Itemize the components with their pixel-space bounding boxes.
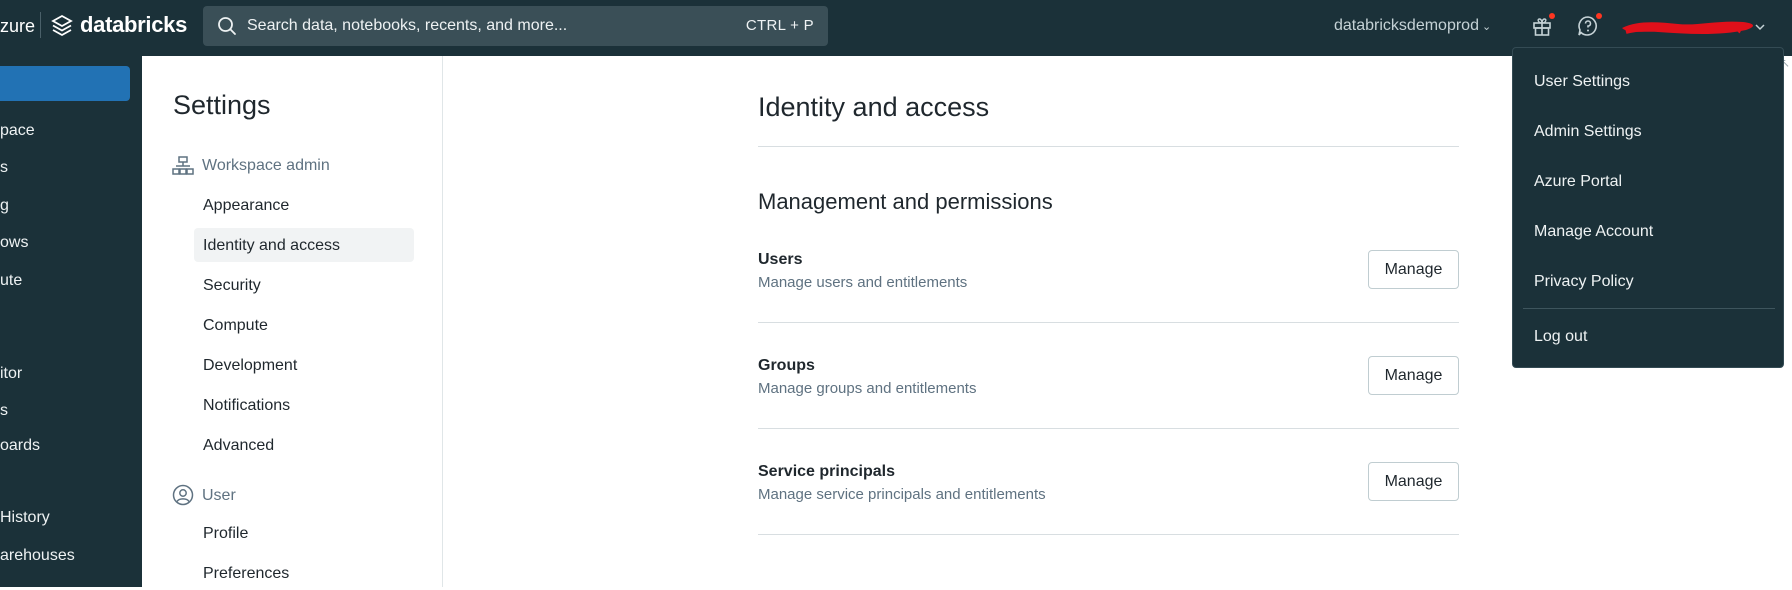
- service-principals-row-desc: Manage service principals and entitlemen…: [758, 486, 1046, 503]
- user-menu-redacted[interactable]: [1618, 12, 1766, 42]
- nav-item-workspace[interactable]: pace: [0, 122, 35, 140]
- service-principals-row-title: Service principals: [758, 463, 895, 480]
- divider: [758, 534, 1459, 535]
- user-icon: [172, 484, 194, 506]
- settings-title: Settings: [173, 90, 271, 120]
- menu-item-user-settings[interactable]: User Settings: [1534, 73, 1630, 91]
- nav-item-sql-warehouses[interactable]: arehouses: [0, 547, 75, 565]
- users-row-desc: Manage users and entitlements: [758, 274, 968, 291]
- page-title: Identity and access: [758, 92, 990, 122]
- nav-item-query-history[interactable]: History: [0, 509, 50, 527]
- groups-row-desc: Manage groups and entitlements: [758, 380, 977, 397]
- menu-item-log-out[interactable]: Log out: [1534, 328, 1587, 346]
- settings-item-development[interactable]: Development: [194, 348, 414, 382]
- brand-name[interactable]: databricks: [80, 12, 187, 38]
- nav-item-compute[interactable]: ute: [0, 272, 22, 290]
- search-bar[interactable]: Search data, notebooks, recents, and mor…: [203, 6, 828, 46]
- nav-item-workflows[interactable]: ows: [0, 234, 28, 252]
- workspace-admin-icon: [172, 156, 194, 175]
- users-row-title: Users: [758, 251, 803, 268]
- menu-item-azure-portal[interactable]: Azure Portal: [1534, 173, 1622, 191]
- databricks-logo-icon[interactable]: [51, 14, 73, 38]
- nav-item-queries[interactable]: s: [0, 402, 8, 420]
- menu-separator: [1523, 308, 1775, 309]
- menu-item-privacy-policy[interactable]: Privacy Policy: [1534, 273, 1634, 291]
- search-icon: [218, 17, 236, 35]
- nav-item-sql-editor[interactable]: itor: [0, 365, 22, 383]
- divider: [758, 322, 1459, 323]
- search-shortcut: CTRL + P: [745, 17, 814, 34]
- divider: [758, 428, 1459, 429]
- manage-groups-button[interactable]: Manage: [1368, 356, 1459, 395]
- help-notification-dot: [1596, 13, 1602, 19]
- settings-item-compute[interactable]: Compute: [194, 308, 414, 342]
- gift-notification-dot: [1549, 13, 1555, 19]
- left-navigation: pace s g ows ute itor s oards History ar…: [0, 56, 142, 587]
- settings-item-security[interactable]: Security: [194, 268, 414, 302]
- user-dropdown-menu: User Settings Admin Settings Azure Porta…: [1512, 47, 1784, 368]
- nav-item-catalog[interactable]: g: [0, 197, 9, 215]
- settings-item-notifications[interactable]: Notifications: [194, 388, 414, 422]
- new-button[interactable]: [0, 66, 130, 101]
- nav-item-recents[interactable]: s: [0, 159, 8, 177]
- nav-item-dashboards[interactable]: oards: [0, 437, 40, 455]
- user-group-label: User: [202, 487, 236, 504]
- groups-row-title: Groups: [758, 357, 815, 374]
- settings-item-appearance[interactable]: Appearance: [194, 188, 414, 222]
- azure-brand[interactable]: zure: [0, 16, 35, 37]
- gift-icon[interactable]: [1532, 15, 1552, 37]
- workspace-admin-label: Workspace admin: [202, 157, 330, 174]
- search-placeholder: Search data, notebooks, recents, and mor…: [247, 17, 568, 34]
- menu-item-admin-settings[interactable]: Admin Settings: [1534, 123, 1642, 141]
- settings-item-preferences[interactable]: Preferences: [194, 556, 414, 590]
- settings-sidebar: Settings Workspace admin Appearance Iden…: [142, 56, 443, 587]
- settings-item-advanced[interactable]: Advanced: [194, 428, 414, 462]
- help-icon[interactable]: [1577, 15, 1599, 37]
- workspace-name: databricksdemoprod: [1334, 17, 1479, 34]
- manage-service-principals-button[interactable]: Manage: [1368, 462, 1459, 501]
- settings-item-profile[interactable]: Profile: [194, 516, 414, 550]
- section-title: Management and permissions: [758, 189, 1053, 214]
- settings-item-identity-and-access[interactable]: Identity and access: [194, 228, 414, 262]
- workspace-switcher[interactable]: databricksdemoprod ⌄: [1334, 17, 1491, 35]
- chevron-down-icon: ⌄: [1481, 21, 1492, 33]
- menu-item-manage-account[interactable]: Manage Account: [1534, 223, 1653, 241]
- brand-divider: [40, 12, 41, 38]
- divider: [758, 146, 1459, 147]
- manage-users-button[interactable]: Manage: [1368, 250, 1459, 289]
